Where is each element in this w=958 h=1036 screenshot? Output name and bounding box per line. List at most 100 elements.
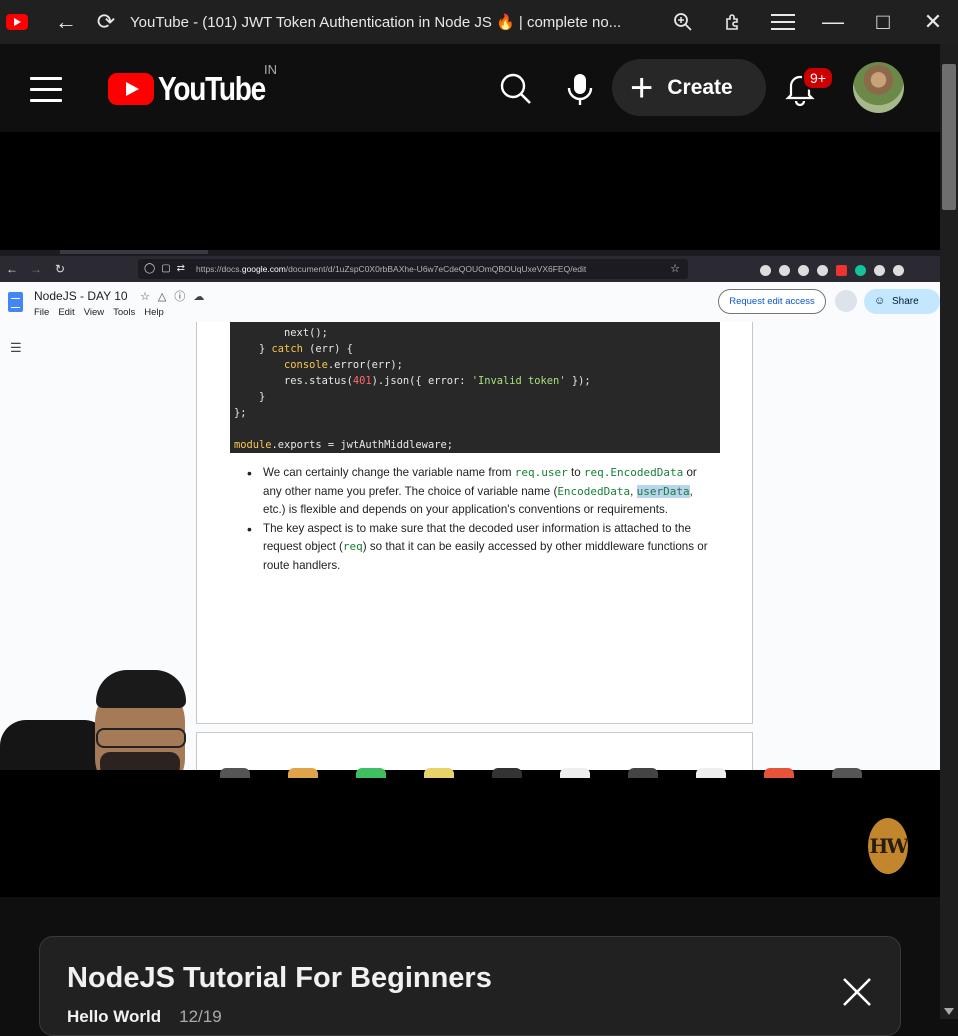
guide-menu-icon[interactable] <box>30 77 62 110</box>
url-prefix: https://docs. <box>196 264 242 274</box>
youtube-header: YouTube IN + Create 9+ <box>0 44 940 132</box>
logo-text: YouTube <box>158 70 266 107</box>
doc-title: NodeJS - DAY 10 <box>34 289 128 303</box>
share-button: Share <box>864 289 940 314</box>
doc-menu-bar: File Edit View Tools Help <box>34 307 164 318</box>
presenter-hair <box>96 670 186 708</box>
google-docs-icon <box>8 292 23 312</box>
code-keyword: module <box>234 439 272 451</box>
playlist-subtitle: Hello World 12/19 <box>67 1007 222 1027</box>
dock-app-icon <box>832 768 862 778</box>
scrollbar-thumb[interactable] <box>942 64 956 210</box>
dock-app-icon <box>356 768 386 778</box>
presenter-glasses <box>96 728 186 748</box>
code-string: 'Invalid token' <box>471 375 566 387</box>
code-line: } <box>234 391 266 403</box>
dock-app-icon <box>288 768 318 778</box>
doc-menu-view: View <box>83 307 105 318</box>
minimize-icon[interactable]: — <box>808 0 858 44</box>
profile-icon <box>798 265 809 276</box>
avatar[interactable] <box>853 62 904 113</box>
video-taskbar-strip <box>210 768 940 780</box>
code-line: } catch (err) { <box>234 343 353 355</box>
code-line: module.exports = jwtAuthMiddleware; <box>234 439 453 451</box>
dock-app-icon <box>492 768 522 778</box>
request-edit-access-button: Request edit access <box>718 289 826 314</box>
video-url-security-icon: ◯▢⇄ <box>144 263 192 274</box>
window-titlebar: ← ⟳ YouTube - (101) JWT Token Authentica… <box>0 0 958 44</box>
extensions-icon[interactable] <box>708 0 758 44</box>
download-icon <box>779 265 790 276</box>
notification-badge: 9+ <box>802 66 834 90</box>
presenter-beard <box>100 752 180 770</box>
code-line: ​ <box>234 421 716 437</box>
doc-menu-help: Help <box>144 307 164 318</box>
code-line: next(); <box>234 327 328 339</box>
chair-shape <box>0 720 110 770</box>
google-docs-header: NodeJS - DAY 10 ☆△ⓘ☁ File Edit View Tool… <box>0 282 940 322</box>
video-bookmark-star-icon: ☆ <box>670 263 680 275</box>
code-line: res.status(401).json({ error: 'Invalid t… <box>234 375 591 387</box>
video-browser-tab <box>60 250 208 254</box>
plus-icon: + <box>630 65 654 110</box>
dock-app-icon <box>764 768 794 778</box>
extension-red-icon <box>836 265 847 276</box>
close-icon[interactable]: ✕ <box>908 0 958 44</box>
code-keyword: console <box>284 359 328 371</box>
youtube-favicon-icon <box>6 14 28 30</box>
video-browser-toolbar: ← → ↻ ◯▢⇄ https://docs.google.com/docume… <box>0 256 940 282</box>
video-forward-icon: → <box>30 262 42 276</box>
url-rest: /document/d/1uZspC0X0rbBAXhe-U6w7eCdeQOU… <box>285 264 587 274</box>
code-line: console.error(err); <box>284 359 403 371</box>
dock-app-icon <box>696 768 726 778</box>
country-code: IN <box>264 62 277 77</box>
dock-app-icon <box>628 768 658 778</box>
window-title: YouTube - (101) JWT Token Authentication… <box>130 14 622 31</box>
highlighted-code: userData <box>636 484 690 498</box>
video-extension-icons <box>760 265 904 276</box>
doc-menu-file: File <box>34 307 50 318</box>
doc-next-page <box>196 732 753 770</box>
dock-app-icon <box>560 768 590 778</box>
back-arrow-icon[interactable]: ← <box>46 0 86 44</box>
code-line: }; <box>234 407 247 419</box>
doc-bullet-list: We can certainly change the variable nam… <box>245 464 715 575</box>
dock-app-icon <box>424 768 454 778</box>
code-block: next(); } catch (err) { console.error(er… <box>230 322 720 453</box>
editing-mode-icon <box>835 290 857 312</box>
scroll-down-arrow-icon[interactable] <box>944 1008 954 1015</box>
puzzle-icon <box>874 265 885 276</box>
circle-icon <box>817 265 828 276</box>
close-playlist-icon[interactable] <box>840 975 874 1009</box>
code-keyword: catch <box>271 343 303 355</box>
microphone-icon[interactable] <box>566 71 594 107</box>
create-label: Create <box>667 75 733 99</box>
zoom-icon[interactable] <box>658 0 708 44</box>
video-player[interactable]: ← → ↻ ◯▢⇄ https://docs.google.com/docume… <box>0 132 940 897</box>
playlist-title[interactable]: NodeJS Tutorial For Beginners <box>67 962 492 995</box>
create-button[interactable]: + Create <box>612 59 766 116</box>
video-url-bar: ◯▢⇄ https://docs.google.com/document/d/1… <box>138 259 688 279</box>
pocket-icon <box>760 265 771 276</box>
playlist-panel: NodeJS Tutorial For Beginners Hello Worl… <box>39 936 901 1036</box>
doc-page: next(); } catch (err) { console.error(er… <box>196 322 753 724</box>
page-scrollbar[interactable] <box>940 44 958 1019</box>
doc-menu-tools: Tools <box>113 307 136 318</box>
video-frame-browser: ← → ↻ ◯▢⇄ https://docs.google.com/docume… <box>0 250 940 770</box>
presenter-webcam <box>0 670 270 770</box>
doc-menu-edit: Edit <box>58 307 75 318</box>
doc-bullet-item: We can certainly change the variable nam… <box>245 464 715 520</box>
maximize-icon[interactable]: □ <box>858 0 908 44</box>
url-host: google.com <box>241 264 286 274</box>
menu-icon[interactable] <box>758 0 808 44</box>
code-number: 401 <box>352 375 372 387</box>
playlist-channel[interactable]: Hello World <box>67 1007 161 1026</box>
dock-app-icon <box>220 768 250 778</box>
youtube-logo[interactable]: YouTube IN <box>108 62 284 108</box>
video-back-icon: ← <box>6 262 18 276</box>
video-reload-icon: ↻ <box>54 262 66 276</box>
channel-watermark[interactable]: HW <box>868 818 909 874</box>
playlist-position: 12/19 <box>179 1007 222 1026</box>
reload-icon[interactable]: ⟳ <box>86 0 126 44</box>
search-icon[interactable] <box>498 71 534 107</box>
